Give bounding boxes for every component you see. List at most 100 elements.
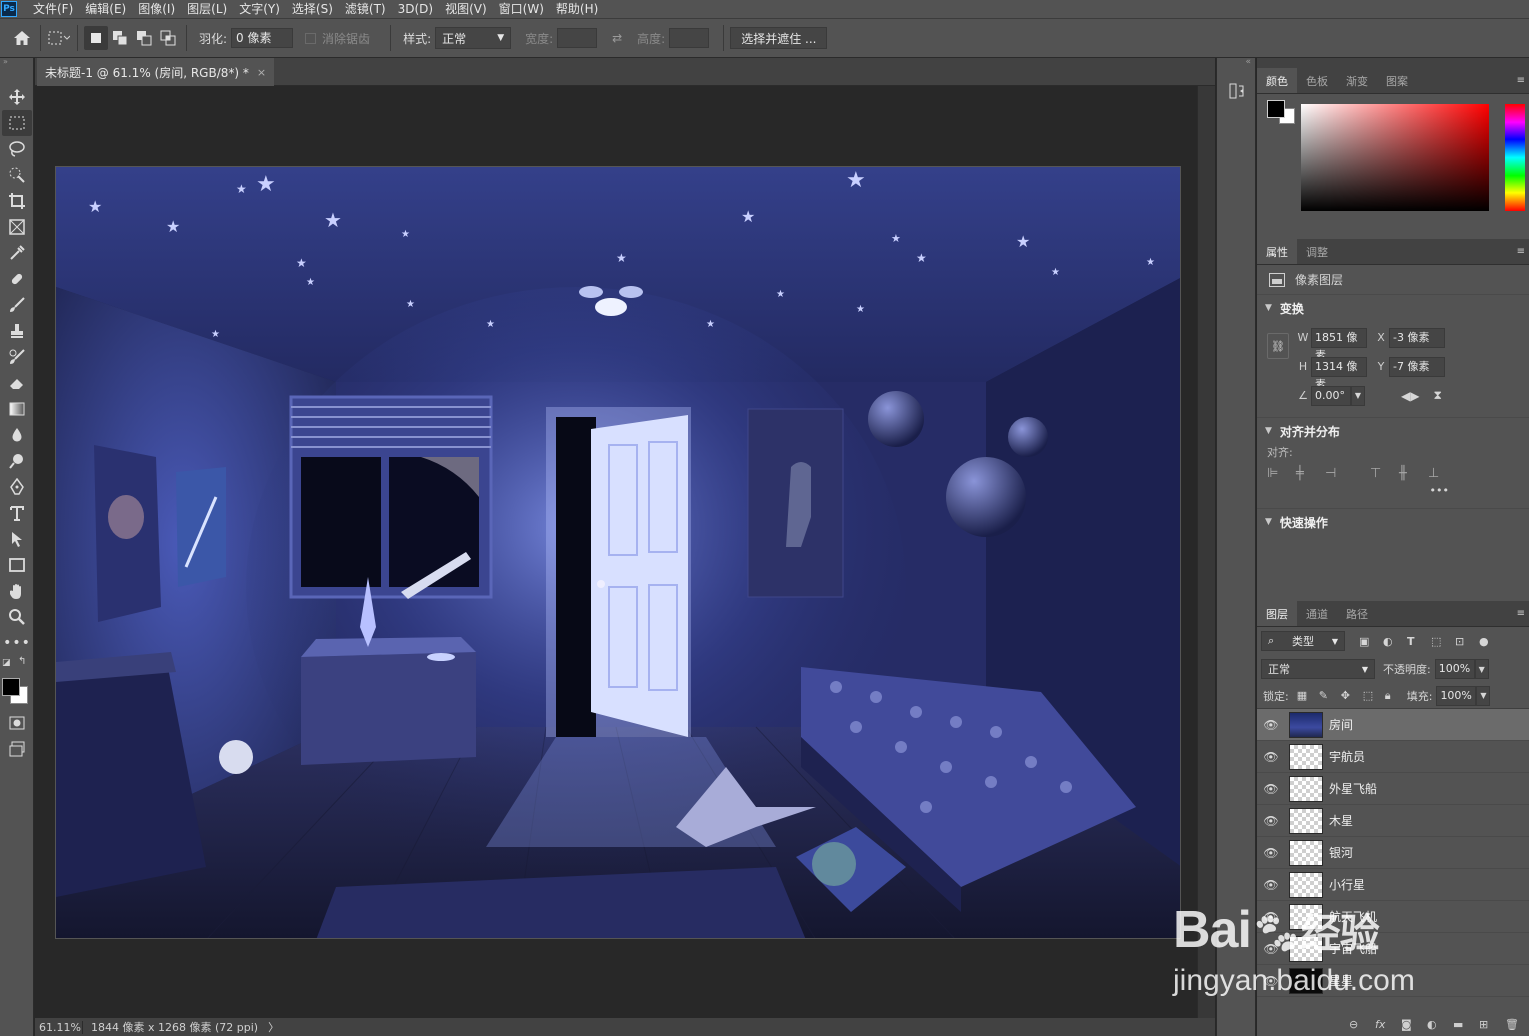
menu-item[interactable]: 视图(V) [439, 0, 493, 18]
lock-all-icon[interactable]: 🔒︎ [1385, 689, 1407, 703]
dodge-tool-icon[interactable] [2, 448, 32, 474]
filter-type-icon[interactable]: T [1407, 635, 1431, 648]
opacity-input[interactable]: 100% [1434, 659, 1475, 679]
lock-transparent-icon[interactable]: ▦ [1297, 689, 1319, 702]
angle-input[interactable]: 0.00° [1311, 385, 1351, 406]
vertical-scrollbar[interactable] [1197, 86, 1215, 1018]
type-tool-icon[interactable] [2, 500, 32, 526]
panel-menu-icon[interactable]: ≡ [1517, 68, 1529, 93]
visibility-eye-icon[interactable]: 👁︎ [1257, 974, 1285, 988]
visibility-eye-icon[interactable]: 👁︎ [1257, 878, 1285, 892]
delete-layer-icon[interactable]: 🗑︎ [1505, 1018, 1519, 1031]
menu-item[interactable]: 滤镜(T) [339, 0, 392, 18]
clone-stamp-tool-icon[interactable] [2, 318, 32, 344]
quick-actions-head[interactable]: ▼ 快速操作 [1257, 509, 1529, 535]
history-brush-tool-icon[interactable] [2, 344, 32, 370]
align-right-icon[interactable]: ⊣ [1325, 466, 1370, 481]
menu-item[interactable]: 帮助(H) [550, 0, 604, 18]
h-input[interactable]: 1314 像素 [1311, 356, 1367, 391]
intersect-selection-icon[interactable] [156, 26, 180, 50]
document-tab[interactable]: 未标题-1 @ 61.1% (房间, RGB/8*) * × [37, 58, 275, 86]
link-dimensions-icon[interactable]: ⛓ [1267, 333, 1289, 359]
layer-row[interactable]: 👁︎ 木星 [1257, 805, 1529, 837]
default-colors-icon[interactable]: ◪ [2, 658, 11, 668]
more-options-icon[interactable]: ••• [1257, 484, 1529, 502]
width-input[interactable] [557, 28, 598, 48]
style-select[interactable]: 正常 ▼ [435, 27, 512, 49]
flip-vertical-icon[interactable]: ⧗ [1433, 388, 1441, 403]
panel-tab[interactable]: 色板 [1297, 68, 1337, 93]
layer-row[interactable]: 👁︎ 小行星 [1257, 869, 1529, 901]
filter-smart-object-icon[interactable]: ⊡ [1455, 635, 1479, 648]
status-menu-arrow[interactable]: 〉 [268, 1019, 279, 1035]
new-layer-icon[interactable]: ⊞ [1479, 1018, 1505, 1031]
healing-brush-tool-icon[interactable] [2, 266, 32, 292]
link-layers-icon[interactable]: ⊖ [1349, 1018, 1375, 1031]
eraser-tool-icon[interactable] [2, 370, 32, 396]
collapse-panels-icon[interactable]: « [1217, 58, 1255, 68]
hue-slider[interactable] [1505, 104, 1525, 211]
blur-tool-icon[interactable] [2, 422, 32, 448]
filter-adjustment-icon[interactable]: ◐ [1383, 635, 1407, 648]
foreground-color-swatch[interactable] [2, 678, 20, 696]
panel-tab[interactable]: 调整 [1297, 239, 1337, 264]
new-group-icon[interactable]: ▬ [1453, 1018, 1479, 1031]
menu-item[interactable]: 3D(D) [392, 0, 439, 18]
move-tool-icon[interactable] [2, 84, 32, 110]
select-and-mask-button[interactable]: 选择并遮住 ... [730, 27, 828, 49]
swap-colors-icon[interactable]: ↰ [18, 656, 26, 667]
menu-item[interactable]: 窗口(W) [493, 0, 550, 18]
visibility-eye-icon[interactable]: 👁︎ [1257, 942, 1285, 956]
x-input[interactable]: -3 像素 [1389, 327, 1445, 348]
panel-tab[interactable]: 通道 [1297, 601, 1337, 626]
filter-pixel-icon[interactable]: ▣ [1359, 635, 1383, 648]
close-tab-icon[interactable]: × [257, 66, 266, 79]
fill-input[interactable]: 100% [1436, 685, 1477, 706]
hand-tool-icon[interactable] [2, 578, 32, 604]
path-selection-tool-icon[interactable] [2, 526, 32, 552]
add-selection-icon[interactable] [108, 26, 132, 50]
panel-menu-icon[interactable]: ≡ [1517, 601, 1529, 626]
subtract-selection-icon[interactable] [132, 26, 156, 50]
quick-selection-tool-icon[interactable] [2, 162, 32, 188]
height-input[interactable] [669, 28, 710, 48]
panel-tab[interactable]: 渐变 [1337, 68, 1377, 93]
layer-filter-select[interactable]: ⌕ 类型 ▼ [1261, 631, 1345, 651]
marquee-preset-icon[interactable] [47, 26, 71, 50]
new-selection-icon[interactable] [84, 26, 108, 50]
align-section-head[interactable]: ▼ 对齐并分布 [1257, 418, 1529, 444]
filter-shape-icon[interactable]: ⬚ [1431, 635, 1455, 648]
menu-item[interactable]: 编辑(E) [79, 0, 132, 18]
visibility-eye-icon[interactable]: 👁︎ [1257, 718, 1285, 732]
filter-toggle-icon[interactable]: ● [1479, 635, 1503, 648]
collapse-toolbar-icon[interactable]: » [0, 58, 33, 68]
angle-dropdown-icon[interactable]: ▼ [1351, 385, 1365, 406]
quick-mask-icon[interactable] [2, 710, 32, 736]
menu-item[interactable]: 选择(S) [286, 0, 339, 18]
menu-item[interactable]: 图像(I) [132, 0, 181, 18]
gradient-tool-icon[interactable] [2, 396, 32, 422]
crop-tool-icon[interactable] [2, 188, 32, 214]
visibility-eye-icon[interactable]: 👁︎ [1257, 910, 1285, 924]
menu-item[interactable]: 文字(Y) [233, 0, 286, 18]
layer-row[interactable]: 👁︎ 航天飞机 [1257, 901, 1529, 933]
antialias-checkbox[interactable] [305, 32, 317, 44]
visibility-eye-icon[interactable]: 👁︎ [1257, 814, 1285, 828]
frame-tool-icon[interactable] [2, 214, 32, 240]
layer-row[interactable]: 👁︎ 外星飞船 [1257, 773, 1529, 805]
zoom-level[interactable]: 61.11% [35, 1020, 83, 1034]
y-input[interactable]: -7 像素 [1389, 356, 1445, 377]
canvas-area[interactable]: ★ ★ ★ ★ ★ ★ ★ ★ ★ ★ ★ ★ ★ ★ ★ ★ ★ ★ ★ ★ [35, 86, 1197, 1018]
rectangular-marquee-tool-icon[interactable] [2, 110, 32, 136]
panel-tab[interactable]: 图案 [1377, 68, 1417, 93]
rectangle-tool-icon[interactable] [2, 552, 32, 578]
color-picker-field[interactable] [1301, 104, 1489, 211]
transform-section-head[interactable]: ▼ 变换 [1257, 295, 1529, 321]
canvas-image[interactable]: ★ ★ ★ ★ ★ ★ ★ ★ ★ ★ ★ ★ ★ ★ ★ ★ ★ ★ ★ ★ [55, 166, 1181, 939]
visibility-eye-icon[interactable]: 👁︎ [1257, 846, 1285, 860]
brush-tool-icon[interactable] [2, 292, 32, 318]
add-style-icon[interactable]: fx [1375, 1018, 1401, 1031]
lock-pixels-icon[interactable]: ✎ [1319, 689, 1341, 702]
visibility-eye-icon[interactable]: 👁︎ [1257, 782, 1285, 796]
layer-row[interactable]: 👁︎ 宇宙飞船 [1257, 933, 1529, 965]
